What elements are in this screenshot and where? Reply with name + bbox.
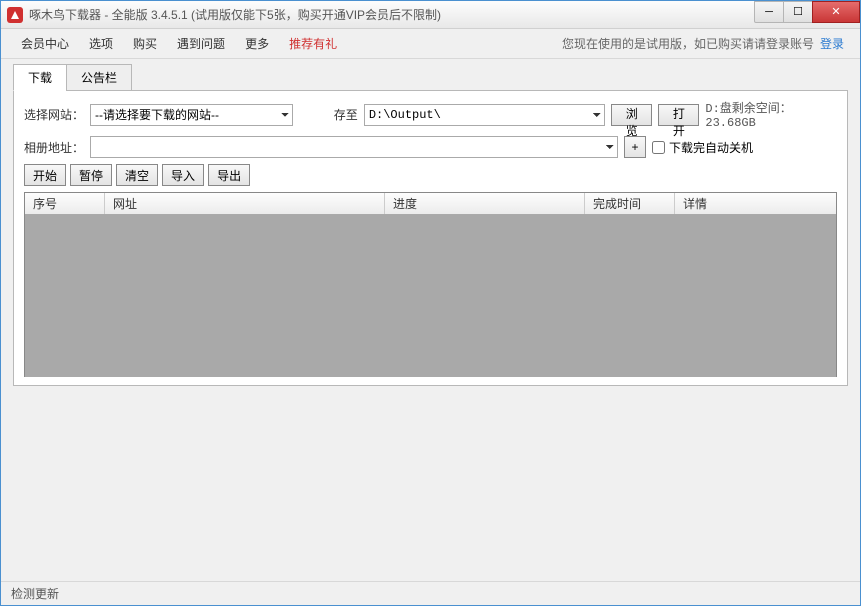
login-link[interactable]: 登录: [820, 35, 844, 52]
export-button[interactable]: 导出: [208, 164, 250, 186]
import-button[interactable]: 导入: [162, 164, 204, 186]
menu-help[interactable]: 遇到问题: [167, 31, 235, 56]
menu-recommend[interactable]: 推荐有礼: [279, 31, 347, 56]
menu-member-center[interactable]: 会员中心: [11, 31, 79, 56]
statusbar: 检测更新: [1, 581, 860, 605]
trial-notice: 您现在使用的是试用版，如已购买请请登录账号: [562, 35, 814, 52]
menu-options[interactable]: 选项: [79, 31, 123, 56]
app-icon: [7, 7, 23, 23]
open-button[interactable]: 打开: [658, 104, 699, 126]
minimize-button[interactable]: ─: [754, 1, 784, 23]
save-to-label: 存至: [334, 106, 358, 123]
col-index[interactable]: 序号: [25, 193, 105, 214]
browse-button[interactable]: 浏览: [611, 104, 652, 126]
site-label: 选择网站：: [24, 106, 84, 123]
pause-button[interactable]: 暂停: [70, 164, 112, 186]
site-select[interactable]: --请选择要下载的网站--: [90, 104, 293, 126]
auto-shutdown-wrap[interactable]: 下载完自动关机: [652, 139, 753, 156]
download-panel: 选择网站： --请选择要下载的网站-- 存至 浏览 打开 D:盘剩余空间：23.…: [13, 90, 848, 386]
auto-shutdown-label: 下载完自动关机: [669, 139, 753, 156]
titlebar-text: 啄木鸟下载器 - 全能版 3.4.5.1 (试用版仅能下5张，购买开通VIP会员…: [29, 6, 755, 23]
col-details[interactable]: 详情: [675, 193, 836, 214]
clear-button[interactable]: 清空: [116, 164, 158, 186]
menubar: 会员中心 选项 购买 遇到问题 更多 推荐有礼 您现在使用的是试用版，如已购买请…: [1, 29, 860, 59]
menu-purchase[interactable]: 购买: [123, 31, 167, 56]
close-button[interactable]: ✕: [812, 1, 860, 23]
album-input[interactable]: [90, 136, 618, 158]
app-window: 啄木鸟下载器 - 全能版 3.4.5.1 (试用版仅能下5张，购买开通VIP会员…: [0, 0, 861, 606]
tab-download[interactable]: 下载: [13, 64, 67, 91]
start-button[interactable]: 开始: [24, 164, 66, 186]
album-label: 相册地址：: [24, 139, 84, 156]
table-header: 序号 网址 进度 完成时间 详情: [25, 193, 836, 215]
menu-more[interactable]: 更多: [235, 31, 279, 56]
action-row: 开始 暂停 清空 导入 导出: [24, 164, 837, 186]
maximize-button[interactable]: ☐: [783, 1, 813, 23]
tab-announcement[interactable]: 公告栏: [66, 64, 132, 91]
table-body[interactable]: [25, 215, 836, 377]
col-url[interactable]: 网址: [105, 193, 385, 214]
col-finish-time[interactable]: 完成时间: [585, 193, 675, 214]
auto-shutdown-checkbox[interactable]: [652, 141, 665, 154]
status-check-update[interactable]: 检测更新: [11, 585, 59, 602]
col-progress[interactable]: 进度: [385, 193, 585, 214]
download-table: 序号 网址 进度 完成时间 详情: [24, 192, 837, 377]
window-controls: ─ ☐ ✕: [755, 1, 860, 23]
titlebar: 啄木鸟下载器 - 全能版 3.4.5.1 (试用版仅能下5张，购买开通VIP会员…: [1, 1, 860, 29]
disk-space: D:盘剩余空间：23.68GB: [705, 99, 837, 130]
add-button[interactable]: +: [624, 136, 646, 158]
tabs: 下载 公告栏: [1, 59, 860, 90]
save-to-input[interactable]: [364, 104, 605, 126]
